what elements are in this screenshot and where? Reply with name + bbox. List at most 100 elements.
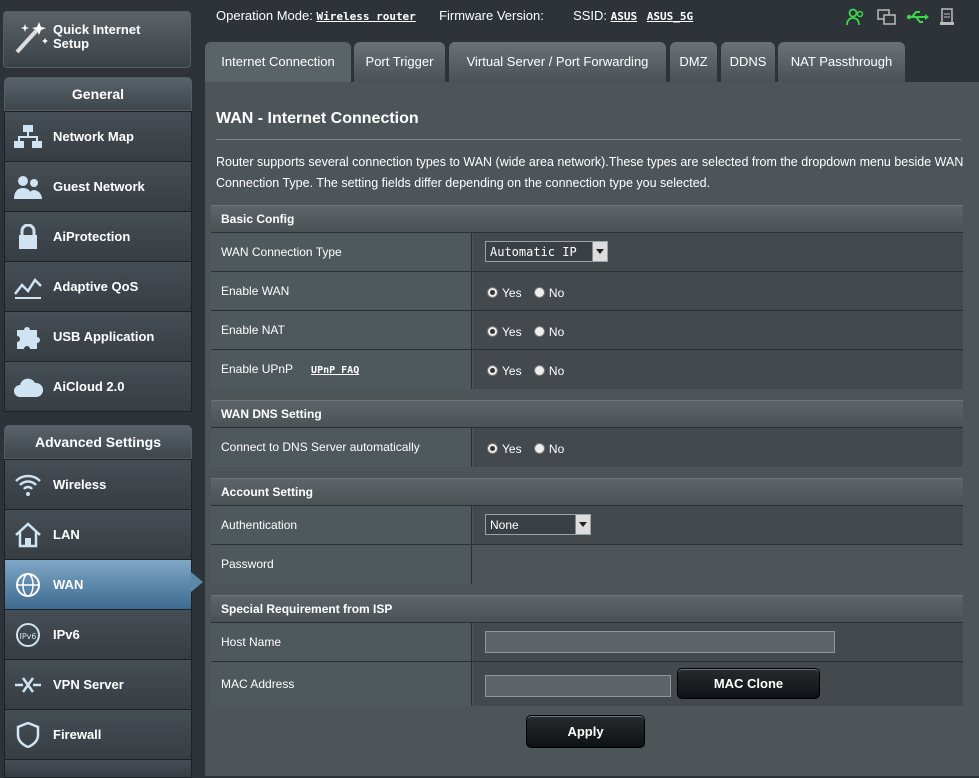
tab-ddns[interactable]: DDNS	[721, 42, 775, 82]
sidebar-item-aicloud[interactable]: AiCloud 2.0	[4, 361, 192, 412]
enable-upnp-no-radio[interactable]	[533, 365, 545, 377]
radio-label: Yes	[502, 324, 522, 339]
mac-address-input[interactable]	[485, 675, 671, 697]
wan-dns-header: WAN DNS Setting	[211, 400, 963, 427]
sidebar-item-ipv6[interactable]: IPv6 IPv6	[4, 609, 192, 660]
cloud-icon	[14, 378, 43, 397]
dns-auto-label: Connect to DNS Server automatically	[211, 428, 472, 467]
globe-icon	[16, 573, 40, 597]
tab-nat-passthrough[interactable]: NAT Passthrough	[778, 42, 905, 82]
sidebar-item-firewall[interactable]: Firewall	[4, 709, 192, 760]
quick-internet-setup-button[interactable]: Quick Internet Setup	[3, 11, 191, 68]
sidebar-item-partial	[4, 759, 192, 778]
sidebar-item-label: VPN Server	[53, 677, 124, 692]
title-divider	[216, 139, 961, 140]
radio-label: No	[548, 324, 565, 339]
host-name-label: Host Name	[211, 623, 472, 662]
enable-upnp-label-cell: Enable UPnP UPnP FAQ	[211, 350, 472, 389]
printer-icon[interactable]	[939, 8, 955, 26]
wan-type-label: WAN Connection Type	[211, 233, 472, 272]
sidebar-item-vpn-server[interactable]: VPN Server	[4, 659, 192, 710]
magic-wand-icon	[15, 22, 48, 54]
tab-port-trigger[interactable]: Port Trigger	[354, 42, 445, 82]
upnp-faq-link[interactable]: UPnP FAQ	[311, 365, 359, 376]
sidebar-item-wan[interactable]: WAN	[4, 559, 192, 610]
sidebar-item-network-map[interactable]: Network Map	[4, 111, 192, 162]
sidebar-item-label: WAN	[53, 577, 84, 592]
sidebar-item-label: Network Map	[53, 129, 134, 144]
enable-nat-no-radio[interactable]	[533, 326, 545, 338]
enable-upnp-yes-radio[interactable]	[487, 365, 498, 377]
authentication-label: Authentication	[211, 506, 472, 545]
active-indicator-arrow	[191, 572, 203, 592]
guest-network-icon	[14, 176, 42, 199]
account-setting-header: Account Setting	[211, 478, 963, 505]
shield-icon	[16, 722, 40, 748]
status-bar: Operation Mode: Wireless router Firmware…	[216, 8, 693, 23]
radio-label: Yes	[502, 363, 522, 378]
dns-auto-row: Connect to DNS Server automatically Yes …	[211, 427, 963, 467]
sidebar-item-wireless[interactable]: Wireless	[4, 459, 192, 510]
dns-auto-no-radio[interactable]	[533, 443, 545, 455]
isp-requirement-header: Special Requirement from ISP	[211, 595, 963, 622]
enable-wan-row: Enable WAN Yes No	[211, 271, 963, 311]
enable-nat-row: Enable NAT Yes No	[211, 310, 963, 350]
dns-auto-yes-radio[interactable]	[487, 443, 498, 455]
clients-icon[interactable]	[846, 8, 866, 26]
sidebar-item-label: IPv6	[53, 627, 80, 642]
general-section-title: General	[4, 77, 192, 111]
authentication-select[interactable]: None	[485, 514, 591, 535]
sidebar-item-label: Firewall	[53, 727, 102, 742]
advanced-section-title: Advanced Settings	[4, 425, 192, 459]
wan-type-value: Automatic IP	[490, 245, 577, 259]
status-icons	[846, 8, 966, 26]
chevron-down-icon	[592, 242, 607, 261]
sidebar-item-label: AiCloud 2.0	[53, 379, 125, 394]
op-mode-link[interactable]: Wireless router	[316, 10, 415, 23]
sidebar-item-usb-application[interactable]: USB Application	[4, 311, 192, 362]
apply-button[interactable]: Apply	[526, 715, 645, 748]
ssid-link-2[interactable]: ASUS_5G	[647, 10, 693, 23]
lock-icon	[19, 224, 37, 249]
enable-wan-yes-radio[interactable]	[487, 287, 498, 299]
mac-clone-button[interactable]: MAC Clone	[677, 668, 820, 699]
home-icon	[15, 522, 41, 548]
sidebar: Quick Internet Setup General Network Map…	[0, 0, 203, 778]
sidebar-item-label: Guest Network	[53, 179, 145, 194]
radio-label: No	[548, 441, 565, 456]
mac-address-row: MAC Address MAC Clone	[211, 661, 963, 706]
sidebar-item-adaptive-qos[interactable]: Adaptive QoS	[4, 261, 192, 312]
tab-virtual-server[interactable]: Virtual Server / Port Forwarding	[449, 42, 666, 82]
sidebar-item-aiprotection[interactable]: AiProtection	[4, 211, 192, 262]
svg-text:IPv6: IPv6	[19, 632, 36, 641]
qos-icon	[14, 278, 42, 299]
wan-type-row: WAN Connection Type Automatic IP	[211, 232, 963, 272]
radio-label: Yes	[502, 285, 522, 300]
usb-icon[interactable]	[906, 9, 930, 25]
page-title: WAN - Internet Connection	[216, 110, 419, 127]
sidebar-item-label: Adaptive QoS	[53, 279, 139, 294]
radio-label: No	[548, 363, 565, 378]
password-row: Password	[211, 544, 963, 584]
authentication-row: Authentication None	[211, 505, 963, 545]
host-name-input[interactable]	[485, 631, 835, 653]
enable-nat-label: Enable NAT	[211, 311, 472, 350]
ssid-link-1[interactable]: ASUS	[611, 10, 638, 23]
wifi-icon	[15, 474, 41, 496]
page-description: Router supports several connection types…	[216, 155, 964, 190]
tab-dmz[interactable]: DMZ	[670, 42, 717, 82]
wan-type-select[interactable]: Automatic IP	[485, 241, 608, 262]
basic-config-header: Basic Config	[211, 205, 963, 232]
sidebar-item-guest-network[interactable]: Guest Network	[4, 161, 192, 212]
multi-window-icon[interactable]	[877, 8, 897, 26]
chevron-down-icon	[575, 515, 590, 534]
radio-label: Yes	[502, 441, 522, 456]
sidebar-item-lan[interactable]: LAN	[4, 509, 192, 560]
enable-wan-label: Enable WAN	[211, 272, 472, 311]
tab-internet-connection[interactable]: Internet Connection	[205, 42, 351, 82]
enable-nat-yes-radio[interactable]	[487, 326, 498, 338]
sidebar-item-label: Wireless	[53, 477, 107, 492]
ipv6-icon: IPv6	[16, 623, 40, 647]
enable-wan-no-radio[interactable]	[533, 287, 545, 299]
password-label: Password	[211, 545, 472, 584]
